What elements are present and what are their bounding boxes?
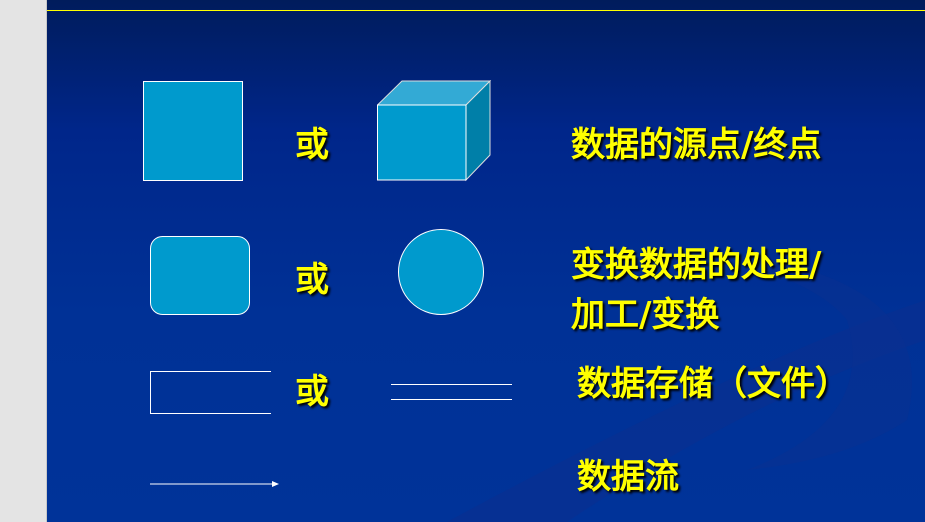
data-flow-label: 数据流 [577,457,679,497]
process-circle [398,229,484,315]
source-sink-square [143,81,243,181]
or-text-1: 或 [295,125,329,165]
data-store-open-rect [150,371,271,414]
data-store-label: 数据存储（文件） [577,364,849,404]
source-sink-label: 数据的源点/终点 [571,125,822,165]
process-label-line1: 变换数据的处理/ [571,245,822,285]
process-rounded-rect [150,236,250,315]
process-label-line2: 加工/变换 [571,295,720,335]
source-sink-cube [377,80,492,182]
slide: 或 数据的源点/终点 或 变换数据的处理/ 加工/变换 或 数据存储（文件） 数… [46,0,925,522]
data-flow-arrow [150,481,279,487]
or-text-2: 或 [295,260,329,300]
data-store-parallel-lines [391,384,512,400]
title-rule [47,10,925,11]
or-text-3: 或 [295,372,329,412]
